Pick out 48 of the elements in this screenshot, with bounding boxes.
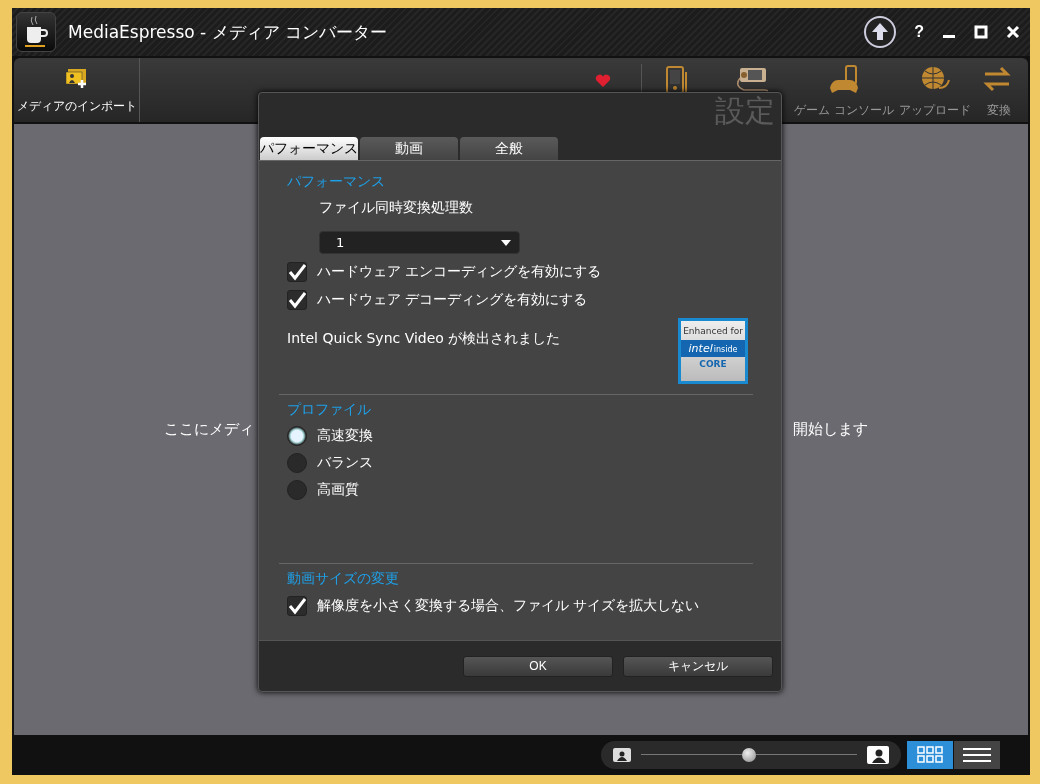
tab[interactable]: パフォーマンス (260, 137, 358, 160)
dropdown-value: 1 (336, 235, 345, 250)
section-heading: 動画サイズの変更 (287, 570, 400, 588)
radio-button[interactable] (287, 426, 307, 446)
grid-icon (917, 746, 943, 764)
checkbox[interactable] (287, 262, 307, 282)
badge-text: Enhanced for (683, 326, 743, 336)
list-view-button[interactable] (954, 741, 1000, 769)
badge-brand-text: intel (688, 342, 713, 355)
large-person-icon (867, 746, 889, 764)
drop-hint-text: 開始します (793, 420, 868, 439)
cancel-button[interactable]: キャンセル (623, 655, 773, 677)
help-button[interactable]: ? (914, 23, 924, 41)
radio-label: 高画質 (317, 481, 359, 499)
section-heading: プロファイル (287, 401, 372, 419)
ok-button[interactable]: OK (463, 655, 613, 677)
toolbar-button[interactable]: ゲーム コンソール (792, 58, 896, 122)
tab[interactable]: 動画 (360, 137, 458, 160)
dropdown-arrow-icon (501, 239, 511, 246)
radio-button[interactable] (287, 453, 307, 473)
badge-text: CORE (699, 359, 727, 369)
list-icon (962, 746, 992, 764)
toolbar-button[interactable]: 変換 (974, 58, 1024, 122)
checkmark-icon (288, 263, 306, 281)
small-person-icon (613, 748, 631, 762)
checkbox[interactable] (287, 596, 307, 616)
section-heading: パフォーマンス (287, 173, 386, 191)
dropdown[interactable]: 1 (319, 231, 520, 254)
checkbox-label: ハードウェア エンコーディングを有効にする (317, 263, 602, 281)
tab[interactable]: 全般 (460, 137, 558, 160)
radio-label: バランス (317, 454, 373, 472)
toolbar-button[interactable]: アップロード (896, 58, 974, 122)
checkbox[interactable] (287, 290, 307, 310)
radio-label: 高速変換 (317, 427, 373, 445)
badge-text: inside (713, 345, 738, 354)
radio-button[interactable] (287, 480, 307, 500)
close-icon[interactable] (1006, 25, 1020, 39)
checkbox-label: 解像度を小さく変換する場合、ファイル サイズを拡大しない (317, 597, 700, 615)
field-label: ファイル同時変換処理数 (319, 199, 474, 217)
heart-icon (595, 74, 611, 88)
checkmark-icon (288, 597, 306, 615)
drop-hint-text: ここにメディ (164, 420, 254, 439)
maximize-icon[interactable] (974, 25, 988, 39)
detection-message: Intel Quick Sync Video が検出されました (287, 330, 561, 348)
checkbox-label: ハードウェア デコーディングを有効にする (317, 291, 588, 309)
window-title: MediaEspresso - メディア コンバーター (68, 20, 388, 44)
checkmark-icon (288, 291, 306, 309)
zoom-slider-thumb[interactable] (742, 748, 756, 762)
